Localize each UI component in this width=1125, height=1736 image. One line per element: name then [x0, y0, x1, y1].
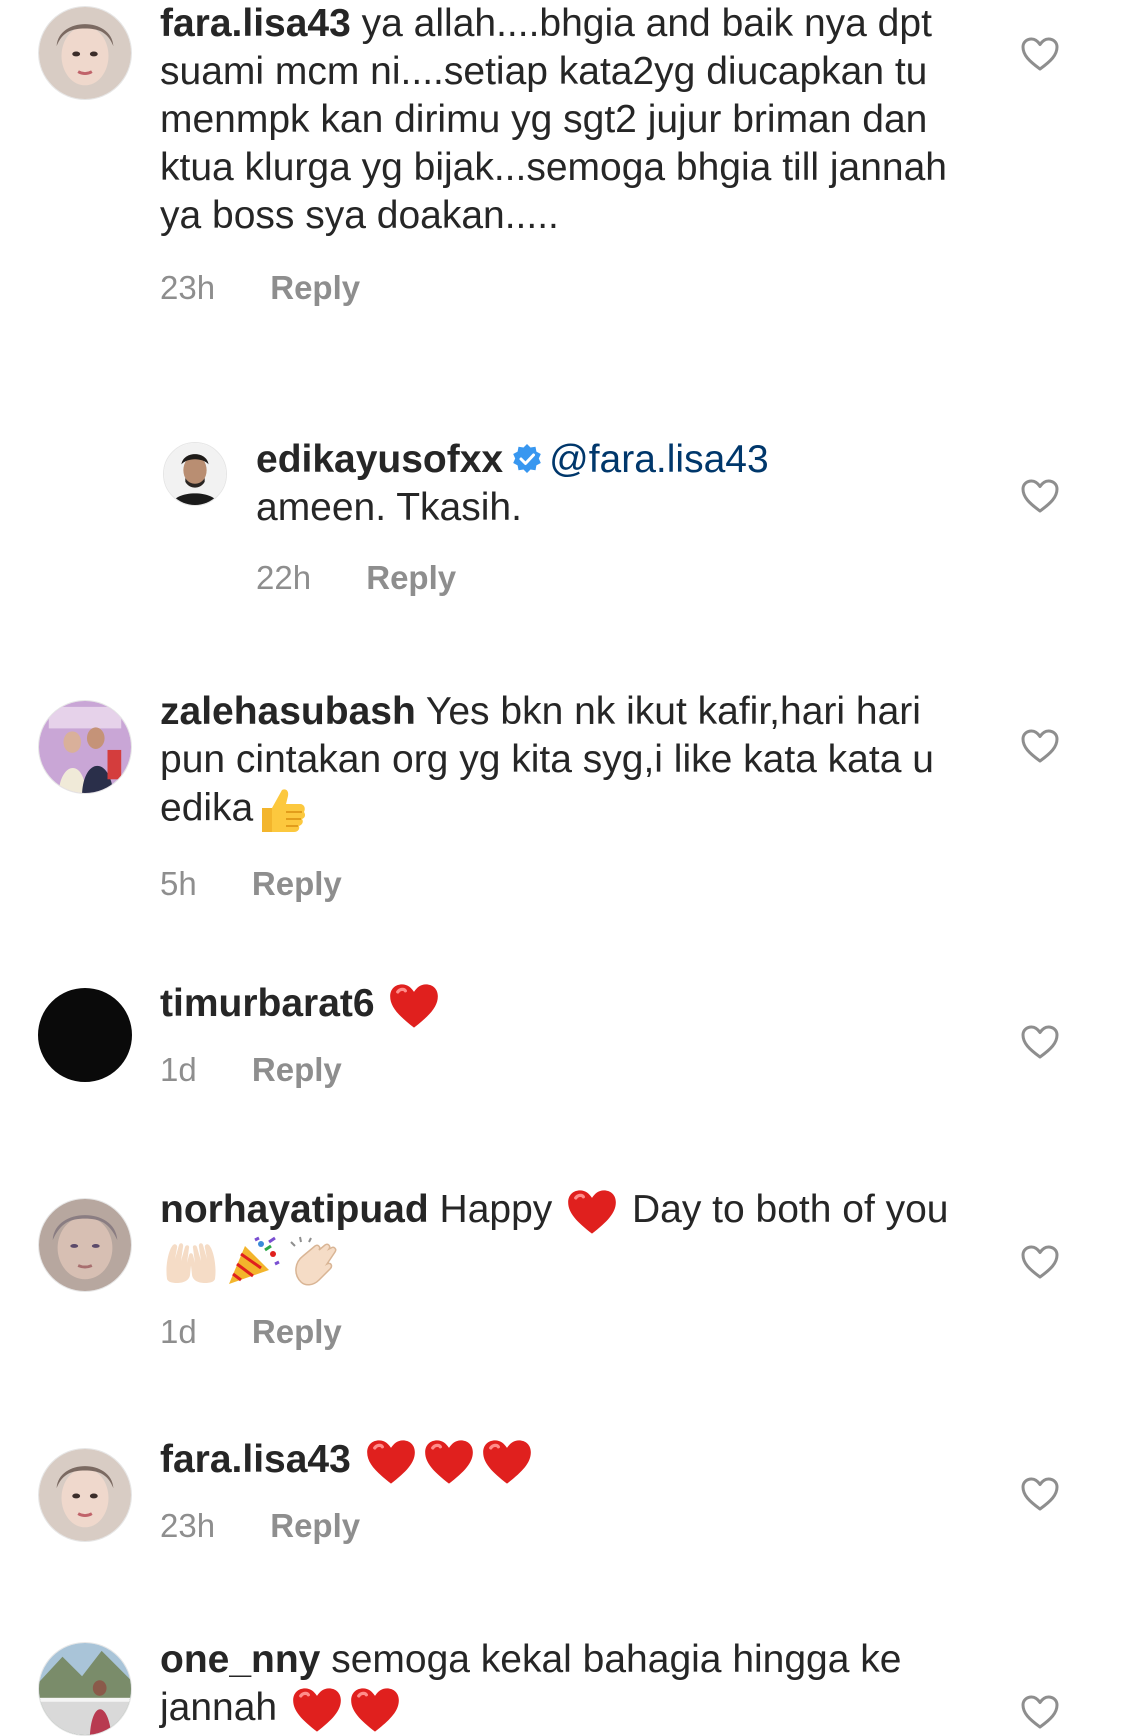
comment-time: 1d — [160, 1312, 197, 1350]
red-heart-emoji — [481, 1438, 533, 1486]
comment-time: 22h — [256, 559, 312, 596]
comment-text-block: norhayatipuad Happy Day to both of you — [160, 1186, 950, 1288]
verified-badge-icon — [511, 443, 543, 475]
comment-username[interactable]: zalehasubash — [160, 690, 416, 733]
red-heart-emoji — [291, 1686, 343, 1734]
like-heart-icon[interactable] — [1020, 1244, 1060, 1280]
reply-button[interactable]: Reply — [252, 862, 342, 906]
comment-text-block: fara.lisa43 — [160, 1436, 950, 1486]
reply-button[interactable]: Reply — [252, 1310, 342, 1354]
comment-text: Happy — [439, 1188, 553, 1231]
avatar[interactable] — [38, 1642, 132, 1736]
comment-body: norhayatipuad Happy Day to both of you 1… — [160, 1186, 950, 1354]
comment-username[interactable]: timurbarat6 — [160, 982, 375, 1025]
comment-username[interactable]: edikayusofxx — [256, 438, 503, 481]
comment-text: ameen. Tkasih. — [256, 486, 522, 529]
comment-body: fara.lisa43 23h Reply — [160, 1436, 950, 1548]
comment-meta: 23h Reply — [160, 266, 950, 310]
comment-body: edikayusofxx @fara.lisa43 ameen. Tkasih. … — [256, 436, 976, 600]
like-heart-icon[interactable] — [1020, 1476, 1060, 1512]
like-heart-icon[interactable] — [1020, 728, 1060, 764]
comment-username[interactable]: norhayatipuad — [160, 1188, 429, 1231]
comment-body: timurbarat6 1d Reply — [160, 980, 950, 1092]
comment-text-block: timurbarat6 — [160, 980, 950, 1030]
avatar[interactable] — [38, 1448, 132, 1542]
comment-username[interactable]: one_nny — [160, 1638, 320, 1681]
comment-time: 23h — [160, 269, 216, 306]
red-heart-emoji — [566, 1188, 618, 1236]
thumbs-up-emoji — [256, 784, 308, 836]
comment-body: fara.lisa43 ya allah....bhgia and baik n… — [160, 0, 950, 310]
reply-button[interactable]: Reply — [270, 1504, 360, 1548]
comment-body: zalehasubash Yes bkn nk ikut kafir,hari … — [160, 688, 950, 906]
comment-meta: 1d Reply — [160, 1310, 950, 1354]
avatar[interactable] — [38, 1198, 132, 1292]
reply-button[interactable]: Reply — [366, 556, 456, 600]
reply-button[interactable]: Reply — [270, 266, 360, 310]
avatar[interactable] — [38, 700, 132, 794]
comment-username[interactable]: fara.lisa43 — [160, 1438, 351, 1481]
like-heart-icon[interactable] — [1020, 1694, 1060, 1730]
avatar[interactable] — [163, 442, 227, 506]
comment-meta: 22h Reply — [256, 556, 976, 600]
comment-text-block: zalehasubash Yes bkn nk ikut kafir,hari … — [160, 688, 950, 836]
party-popper-emoji — [225, 1236, 281, 1288]
comment-text: Day to both of you — [631, 1188, 949, 1231]
comment-meta: 23h Reply — [160, 1504, 950, 1548]
red-heart-emoji — [349, 1686, 401, 1734]
comment-time: 1d — [160, 1050, 197, 1088]
comment-meta: 1d Reply — [160, 1048, 950, 1092]
like-heart-icon[interactable] — [1020, 1024, 1060, 1060]
avatar[interactable] — [38, 6, 132, 100]
raised-palms-emoji — [163, 1239, 219, 1285]
avatar[interactable] — [38, 988, 132, 1082]
comment-text-block: one_nny semoga kekal bahagia hingga ke j… — [160, 1636, 950, 1734]
comment-text-block: edikayusofxx @fara.lisa43 ameen. Tkasih. — [256, 436, 976, 532]
clapping-hands-emoji — [287, 1236, 343, 1288]
mention-link[interactable]: @fara.lisa43 — [549, 438, 769, 481]
comment-body: one_nny semoga kekal bahagia hingga ke j… — [160, 1636, 950, 1734]
like-heart-icon[interactable] — [1020, 36, 1060, 72]
like-heart-icon[interactable] — [1020, 478, 1060, 514]
comment-username[interactable]: fara.lisa43 — [160, 2, 351, 45]
red-heart-emoji — [388, 982, 440, 1030]
reply-button[interactable]: Reply — [252, 1048, 342, 1092]
comment-meta: 5h Reply — [160, 862, 950, 906]
comment-text-block: fara.lisa43 ya allah....bhgia and baik n… — [160, 0, 950, 240]
red-heart-emoji — [423, 1438, 475, 1486]
comment-time: 23h — [160, 1506, 216, 1544]
red-heart-emoji — [365, 1438, 417, 1486]
comment-time: 5h — [160, 865, 197, 902]
